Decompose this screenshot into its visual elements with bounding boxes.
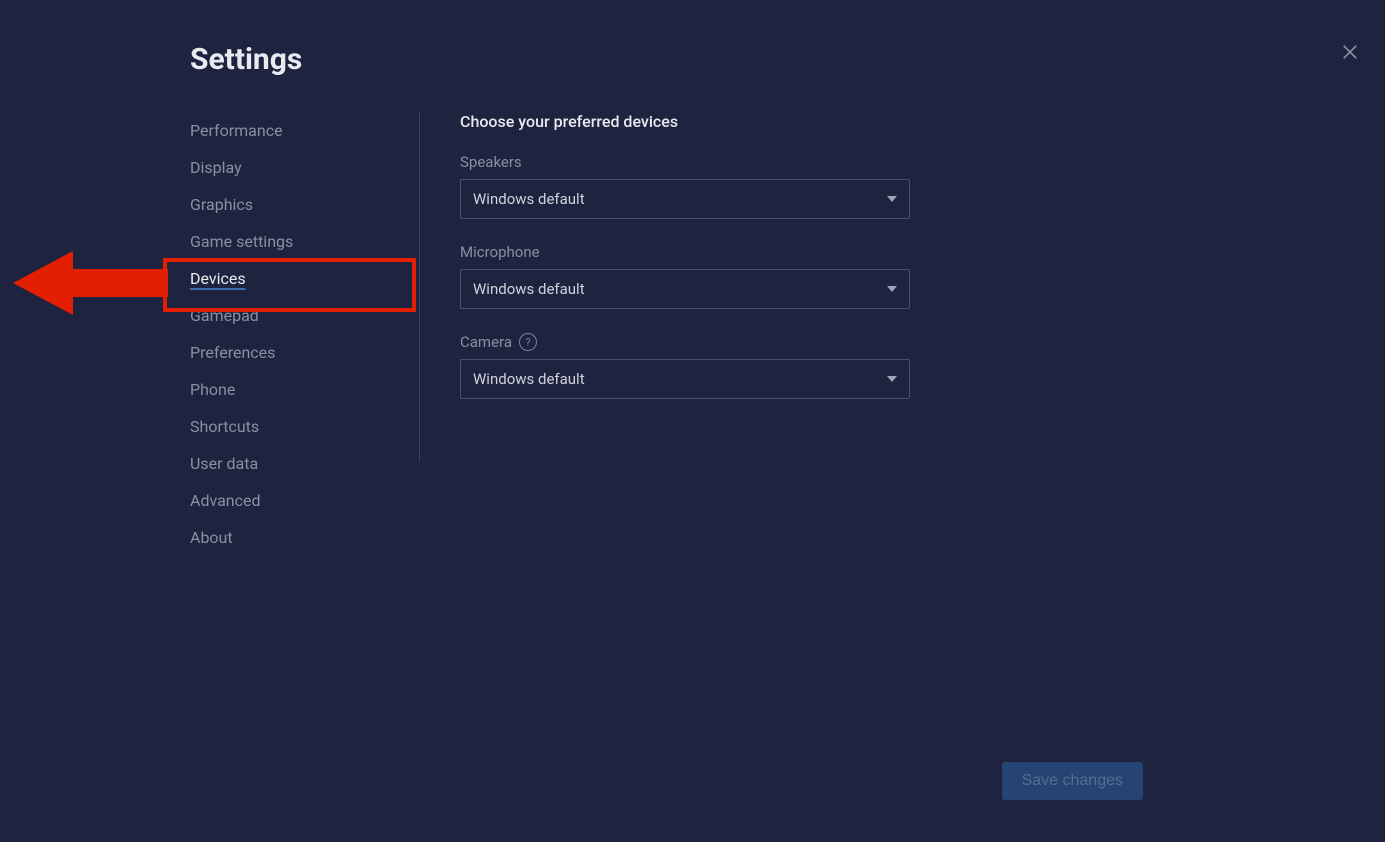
close-icon [1340, 42, 1360, 62]
vertical-divider [419, 112, 420, 462]
sidebar-item-preferences[interactable]: Preferences [190, 334, 418, 371]
save-changes-button[interactable]: Save changes [1002, 762, 1143, 800]
page-title: Settings [190, 42, 302, 77]
speakers-label: Speakers [460, 153, 960, 171]
field-group-microphone: Microphone Windows default [460, 243, 960, 309]
chevron-down-icon [887, 286, 897, 292]
main-panel: Choose your preferred devices Speakers W… [460, 112, 960, 423]
field-group-speakers: Speakers Windows default [460, 153, 960, 219]
microphone-label-text: Microphone [460, 243, 540, 261]
sidebar: Performance Display Graphics Game settin… [190, 112, 418, 556]
help-icon[interactable]: ? [519, 333, 537, 351]
camera-label: Camera ? [460, 333, 960, 351]
sidebar-item-advanced[interactable]: Advanced [190, 482, 418, 519]
chevron-down-icon [887, 376, 897, 382]
sidebar-item-phone[interactable]: Phone [190, 371, 418, 408]
section-heading: Choose your preferred devices [460, 112, 960, 131]
speakers-select-value: Windows default [473, 190, 585, 208]
speakers-select[interactable]: Windows default [460, 179, 910, 219]
sidebar-item-shortcuts[interactable]: Shortcuts [190, 408, 418, 445]
microphone-select[interactable]: Windows default [460, 269, 910, 309]
sidebar-item-user-data[interactable]: User data [190, 445, 418, 482]
close-button[interactable] [1340, 42, 1360, 62]
camera-label-text: Camera [460, 333, 512, 351]
sidebar-item-gamepad[interactable]: Gamepad [190, 297, 418, 334]
field-group-camera: Camera ? Windows default [460, 333, 960, 399]
chevron-down-icon [887, 196, 897, 202]
microphone-label: Microphone [460, 243, 960, 261]
camera-select[interactable]: Windows default [460, 359, 910, 399]
camera-select-value: Windows default [473, 370, 585, 388]
sidebar-item-performance[interactable]: Performance [190, 112, 418, 149]
sidebar-item-graphics[interactable]: Graphics [190, 186, 418, 223]
speakers-label-text: Speakers [460, 153, 522, 171]
microphone-select-value: Windows default [473, 280, 585, 298]
sidebar-item-devices[interactable]: Devices [190, 260, 418, 297]
sidebar-item-about[interactable]: About [190, 519, 418, 556]
annotation-arrow [13, 243, 173, 323]
sidebar-item-game-settings[interactable]: Game settings [190, 223, 418, 260]
sidebar-item-display[interactable]: Display [190, 149, 418, 186]
